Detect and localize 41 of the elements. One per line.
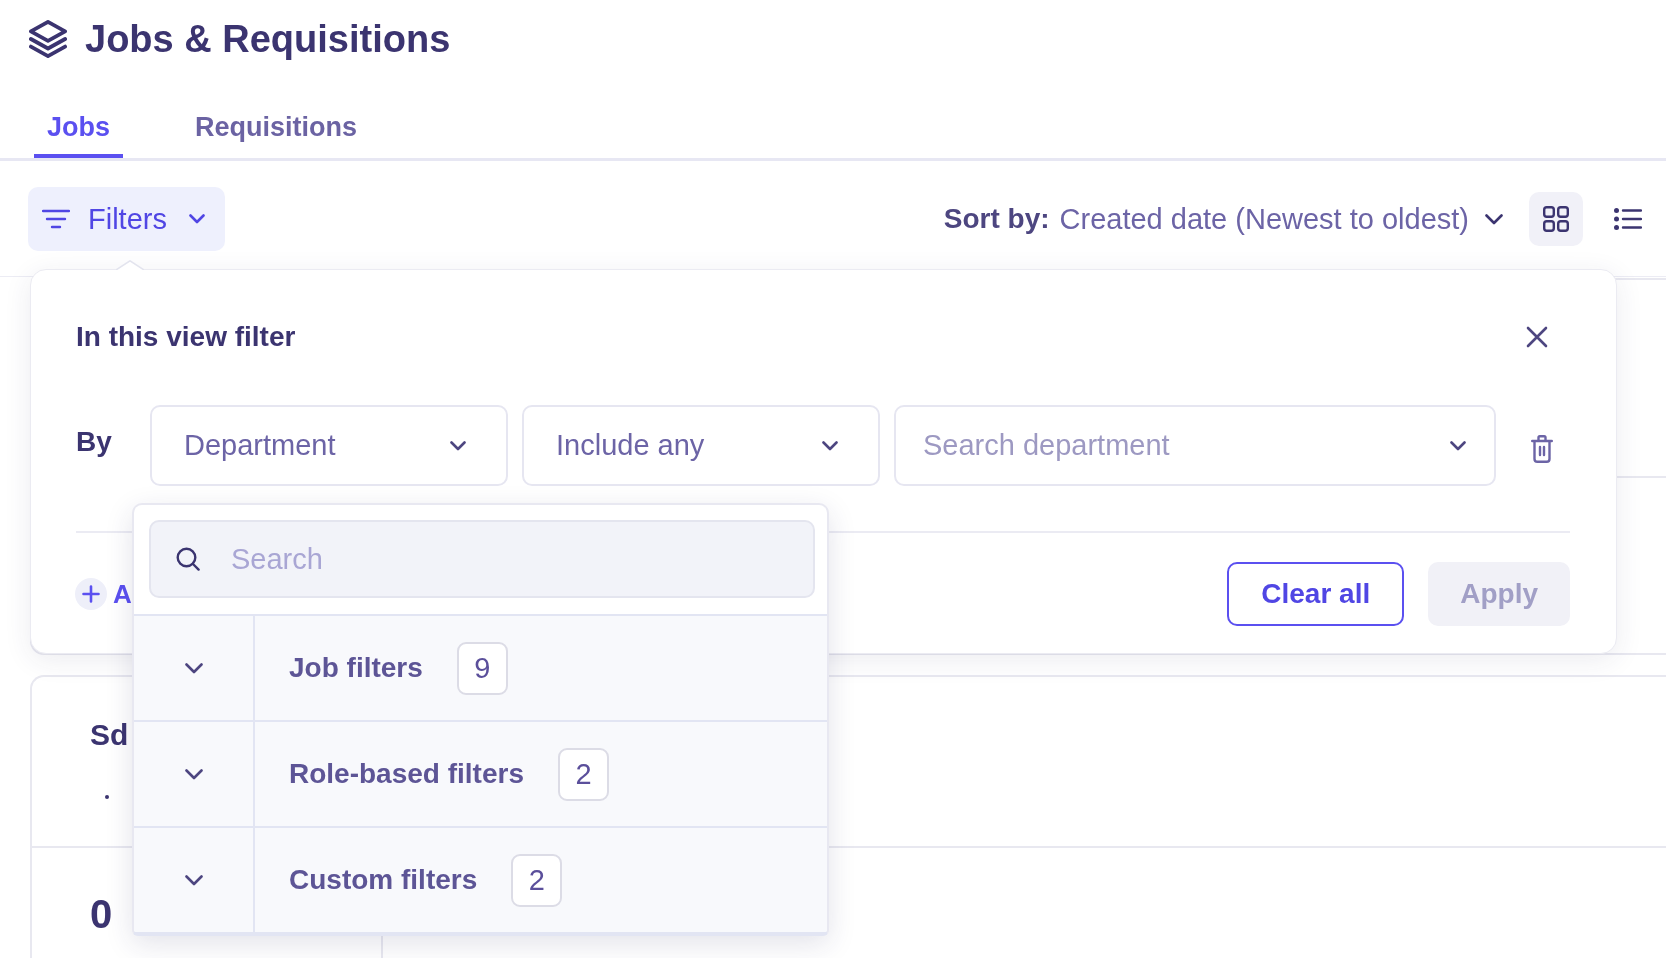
condition-label: By — [76, 424, 113, 459]
list-icon — [1614, 208, 1642, 230]
chevron-down-icon — [188, 214, 205, 224]
chevron-down-icon — [1450, 441, 1466, 451]
filters-button[interactable]: Filters — [28, 187, 225, 251]
sort-dropdown[interactable]: Sort by: Created date (Newest to oldest) — [943, 202, 1503, 236]
search-icon — [176, 547, 200, 571]
tab[interactable]: Jobs — [34, 99, 124, 158]
filter-group-row[interactable]: Custom filters 2 — [134, 826, 827, 932]
tab[interactable]: Requisitions — [182, 99, 371, 158]
layers-icon — [29, 20, 67, 58]
close-icon — [1526, 326, 1548, 348]
group-label: Job filters — [289, 652, 423, 684]
filter-lines-icon — [42, 209, 70, 229]
count-badge: 2 — [557, 747, 609, 801]
plus-icon — [75, 578, 107, 610]
bullet-dot-icon — [105, 795, 109, 799]
filter-group-row[interactable]: Job filters 9 — [134, 614, 827, 720]
chevron-down-icon — [1485, 213, 1503, 225]
trash-icon — [1531, 434, 1553, 463]
group-label: Custom filters — [289, 864, 478, 896]
count-badge: 9 — [456, 641, 508, 695]
page-title: Jobs & Requisitions — [85, 17, 451, 62]
operator-select[interactable]: Include any — [522, 405, 880, 486]
add-filter-link[interactable]: A — [75, 578, 132, 610]
job-title: Sd — [90, 717, 129, 753]
group-label: Role-based filters — [289, 758, 524, 790]
count-badge: 2 — [511, 853, 563, 907]
chevron-down-icon — [450, 440, 466, 451]
delete-button[interactable] — [1531, 434, 1553, 463]
metric-value: 0 — [90, 891, 113, 938]
panel-title: In this view filter — [76, 320, 296, 354]
menu-search-field[interactable]: Search — [149, 520, 815, 598]
department-search-field[interactable]: Search department — [894, 405, 1496, 486]
chevron-down-icon — [822, 440, 838, 451]
clear-all-button[interactable]: Clear all — [1227, 562, 1405, 626]
field-select[interactable]: Department — [150, 405, 508, 486]
grid-view-button[interactable] — [1529, 192, 1583, 246]
filter-group-row[interactable]: Role-based filters 2 — [134, 720, 827, 826]
close-button[interactable] — [1526, 326, 1548, 348]
grid-icon — [1543, 206, 1569, 232]
